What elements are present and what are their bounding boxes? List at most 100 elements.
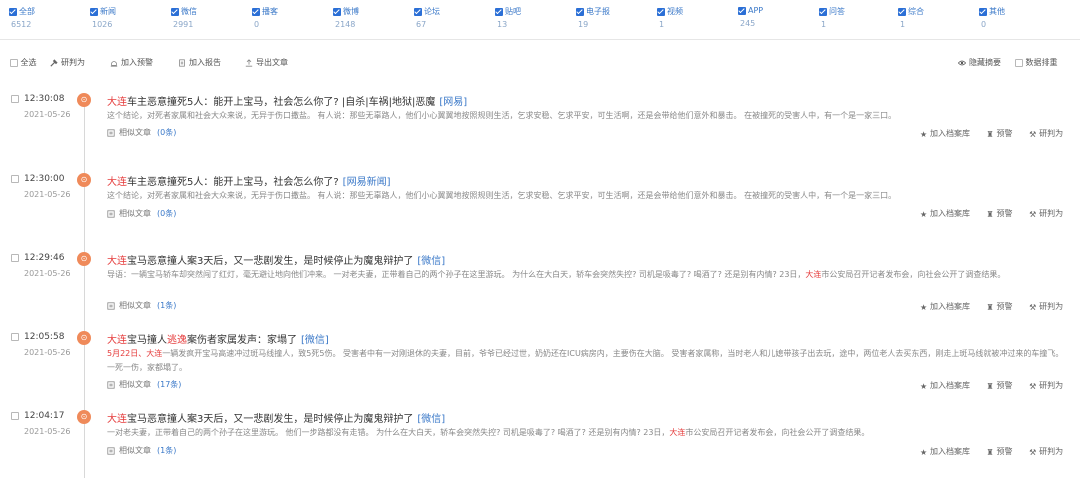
judge-button[interactable]: ⚒ 研判为	[1029, 302, 1063, 312]
article-summary: 这个结论，对死者家属和社会大众来说，无异于伤口撒盐。 有人说：那些无辜路人，他们…	[107, 191, 897, 200]
category-weibo[interactable]: 微博 2148	[333, 6, 405, 29]
alert-button[interactable]: ♜ 预警	[987, 447, 1013, 457]
similar-articles-link[interactable]: 相似文章 (0条)	[107, 208, 176, 219]
add-archive-button[interactable]: ★ 加入档案库	[920, 302, 970, 312]
similar-articles-icon	[107, 128, 115, 137]
row-actions: ★ 加入档案库 ♜ 预警 ⚒ 研判为	[920, 208, 1077, 219]
add-archive-button[interactable]: ★ 加入档案库	[920, 381, 970, 391]
star-icon: ★	[920, 209, 928, 219]
category-app[interactable]: APP 245	[738, 6, 810, 28]
alert-icon	[110, 60, 118, 67]
hammer-icon: ⚒	[1029, 209, 1037, 219]
judge-button[interactable]: 研判为	[50, 57, 85, 68]
category-filter-bar: 全部 6512 新闻 1026 微信 2991 播客 0 微博 2148 论坛 67 贴吧 1…	[0, 0, 1080, 36]
category-qa[interactable]: 问答 1	[819, 6, 891, 29]
checkbox-checked-icon[interactable]	[171, 7, 179, 16]
row-actions: ★ 加入档案库 ♜ 预警 ⚒ 研判为	[920, 380, 1077, 391]
similar-articles-icon	[107, 380, 115, 389]
similar-articles-link[interactable]: 相似文章 (1条)	[107, 300, 176, 311]
add-report-button[interactable]: 加入报告	[178, 57, 221, 68]
hammer-icon: ⚒	[1029, 381, 1037, 391]
alert-button[interactable]: ♜ 预警	[986, 129, 1013, 139]
checkbox-icon[interactable]	[1015, 58, 1023, 67]
checkbox-checked-icon[interactable]	[9, 7, 17, 16]
alert-button[interactable]: ♜ 预警	[986, 302, 1013, 312]
hammer-icon: ⚒	[1029, 302, 1037, 312]
row-actions: ★ 加入档案库 ♜ 预警 ⚒ 研判为	[920, 128, 1077, 139]
category-video[interactable]: 视频 1	[657, 6, 729, 29]
similar-articles-link[interactable]: 相似文章 (17条)	[107, 379, 181, 390]
similar-articles-link[interactable]: 相似文章 (0条)	[107, 127, 176, 138]
checkbox-checked-icon[interactable]	[898, 7, 906, 16]
category-other[interactable]: 其他 0	[979, 6, 1051, 29]
select-all-checkbox[interactable]: 全选	[10, 57, 37, 68]
row-actions: ★ 加入档案库 ♜ 预警 ⚒ 研判为	[920, 446, 1077, 457]
similar-articles-icon	[107, 209, 115, 218]
checkbox-checked-icon[interactable]	[819, 7, 827, 16]
row-checkbox[interactable]	[11, 254, 19, 262]
eye-icon	[958, 60, 966, 65]
row-checkbox[interactable]	[11, 333, 19, 341]
source-badge-icon: ⊙	[77, 173, 91, 187]
judge-button[interactable]: ⚒ 研判为	[1029, 129, 1063, 139]
add-archive-button[interactable]: ★ 加入档案库	[920, 129, 970, 139]
judge-button[interactable]: ⚒ 研判为	[1029, 447, 1063, 457]
add-archive-button[interactable]: ★ 加入档案库	[920, 447, 970, 457]
checkbox-checked-icon[interactable]	[657, 7, 665, 16]
article-summary: 导语：一辆宝马轿车却突然闯了红灯，毫无避让地向他们冲来。 一对老夫妻，正带着自己…	[107, 270, 1006, 279]
alert-button[interactable]: ♜ 预警	[986, 209, 1013, 219]
checkbox-checked-icon[interactable]	[576, 7, 584, 16]
article-title[interactable]: 大连宝马恶意撞人案3天后，又一悲剧发生，是时候停止为魔鬼辩护了 [微信]	[107, 410, 445, 425]
article-title[interactable]: 大连车主恶意撞死5人：能开上宝马，社会怎么你了? [网易新闻]	[107, 173, 390, 188]
category-forum[interactable]: 论坛 67	[414, 6, 486, 29]
category-news[interactable]: 新闻 1026	[90, 6, 162, 29]
row-checkbox[interactable]	[11, 95, 19, 103]
row-checkbox[interactable]	[11, 412, 19, 420]
row-checkbox[interactable]	[11, 175, 19, 183]
category-blog[interactable]: 播客 0	[252, 6, 324, 29]
add-alert-button[interactable]: 加入预警	[110, 57, 153, 68]
add-archive-button[interactable]: ★ 加入档案库	[920, 209, 970, 219]
checkbox-icon[interactable]	[10, 58, 18, 67]
article-title[interactable]: 大连宝马撞人逃逸案伤者家属发声：家塌了 [微信]	[107, 331, 329, 346]
checkbox-checked-icon[interactable]	[738, 6, 746, 15]
hammer-icon: ⚒	[1029, 447, 1037, 457]
judge-button[interactable]: ⚒ 研判为	[1029, 209, 1063, 219]
checkbox-checked-icon[interactable]	[252, 7, 260, 16]
alert-icon: ♜	[986, 302, 994, 312]
star-icon: ★	[920, 129, 928, 139]
source-badge-icon: ⊙	[77, 331, 91, 345]
category-epaper[interactable]: 电子报 19	[576, 6, 648, 29]
source-badge-icon: ⊙	[77, 252, 91, 266]
category-general[interactable]: 综合 1	[898, 6, 970, 29]
star-icon: ★	[920, 381, 928, 391]
category-tieba[interactable]: 贴吧 13	[495, 6, 567, 29]
article-title[interactable]: 大连车主恶意撞死5人：能开上宝马，社会怎么你了? |自杀|车祸|地狱|恶魔 [网易…	[107, 93, 467, 108]
list-toolbar: 全选 研判为 加入预警 加入报告 导出文章 隐藏摘要 数据排重	[10, 57, 1070, 71]
star-icon: ★	[920, 447, 928, 457]
category-all[interactable]: 全部 6512	[9, 6, 81, 29]
row-actions: ★ 加入档案库 ♜ 预警 ⚒ 研判为	[920, 301, 1077, 312]
divider	[0, 39, 1080, 40]
checkbox-checked-icon[interactable]	[333, 7, 341, 16]
article-summary: 这个结论，对死者家属和社会大众来说，无异于伤口撒盐。 有人说：那些无辜路人，他们…	[107, 111, 897, 120]
export-button[interactable]: 导出文章	[245, 57, 288, 68]
report-icon	[179, 58, 185, 67]
alert-icon: ♜	[986, 209, 994, 219]
checkbox-checked-icon[interactable]	[90, 7, 98, 16]
judge-button[interactable]: ⚒ 研判为	[1029, 381, 1063, 391]
alert-button[interactable]: ♜ 预警	[987, 381, 1013, 391]
category-wechat[interactable]: 微信 2991	[171, 6, 243, 29]
hide-summary-toggle[interactable]: 隐藏摘要	[958, 57, 1001, 68]
similar-articles-link[interactable]: 相似文章 (1条)	[107, 445, 176, 456]
article-title[interactable]: 大连宝马恶意撞人案3天后，又一悲剧发生，是时候停止为魔鬼辩护了 [微信]	[107, 252, 445, 267]
checkbox-checked-icon[interactable]	[495, 7, 503, 16]
alert-icon: ♜	[986, 129, 994, 139]
source-badge-icon: ⊙	[77, 93, 91, 107]
data-dedup-checkbox[interactable]: 数据排重	[1015, 57, 1058, 68]
checkbox-checked-icon[interactable]	[414, 7, 422, 16]
checkbox-checked-icon[interactable]	[979, 7, 987, 16]
similar-articles-icon	[107, 446, 115, 455]
hammer-icon: ⚒	[1029, 129, 1037, 139]
similar-articles-icon	[107, 301, 115, 310]
